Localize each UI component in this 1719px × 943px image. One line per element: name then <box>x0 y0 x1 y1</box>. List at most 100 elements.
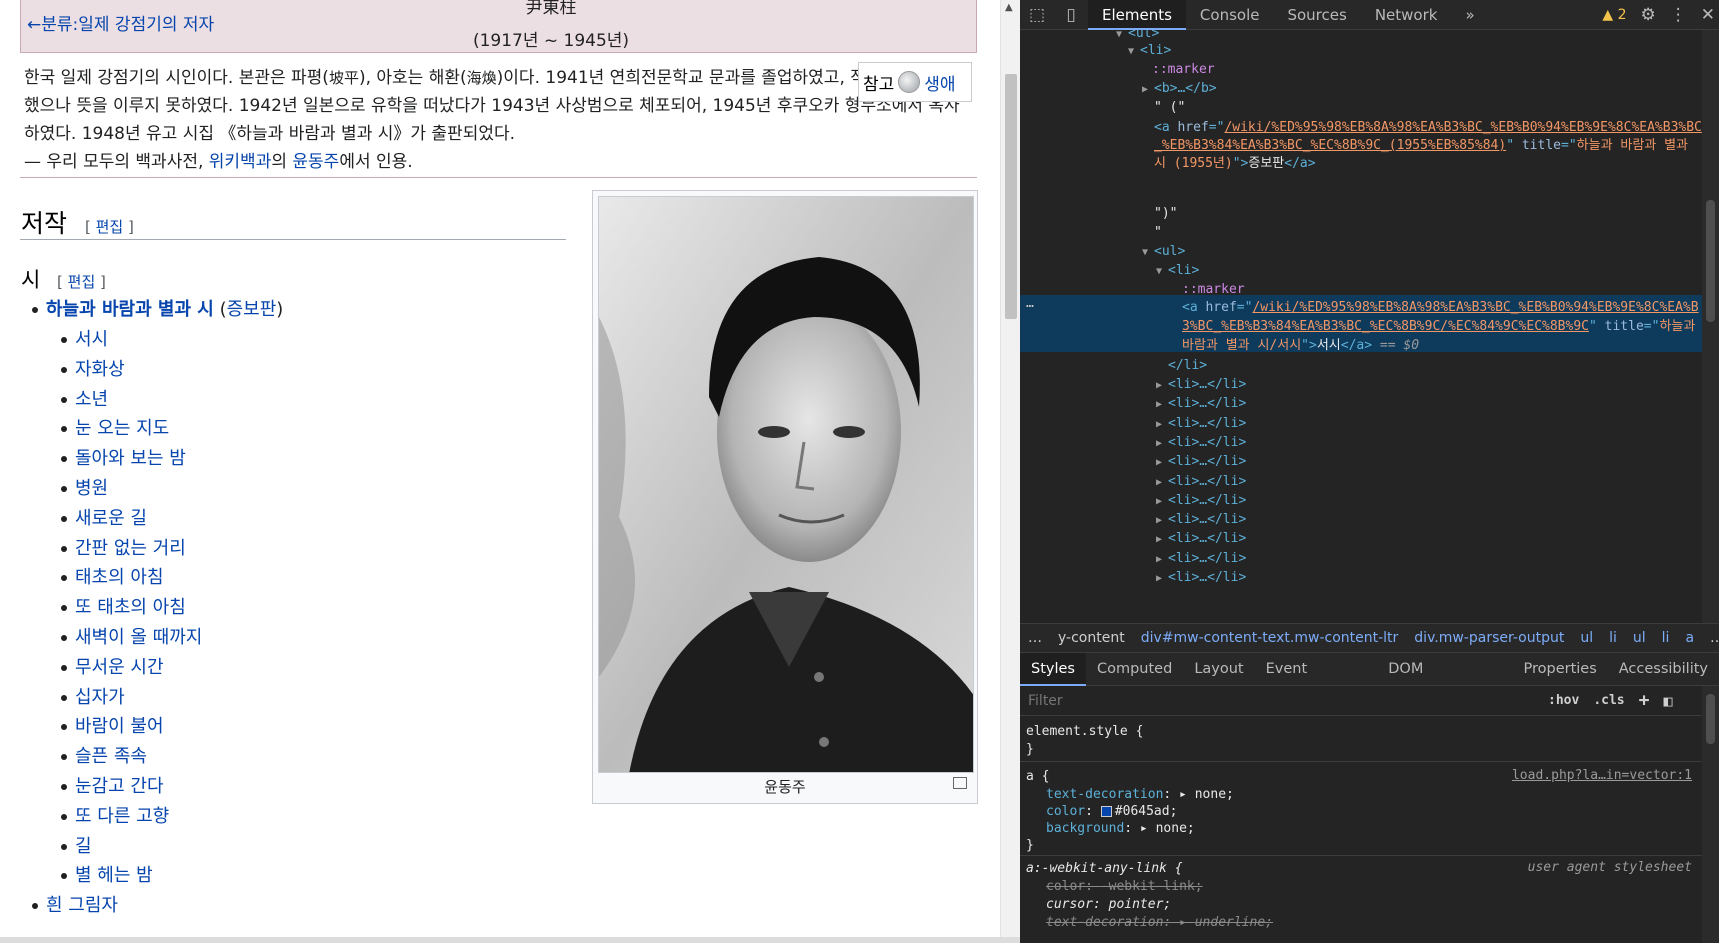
collapse-arrow-icon[interactable]: ▶ <box>1156 434 1168 453</box>
edit-link[interactable]: 편집 <box>68 273 96 291</box>
dom-line[interactable]: ▶ <li>…</li> <box>1156 510 1246 529</box>
dom-line[interactable]: ::marker <box>1152 60 1215 79</box>
tab-elements[interactable]: Elements <box>1088 0 1186 30</box>
edit-link[interactable]: 편집 <box>96 218 124 236</box>
poem-link[interactable]: 소년 <box>75 389 108 410</box>
elements-tree[interactable]: ▼ <ul> ▼ <li> ::marker ▶ <b>…</b> " (" <a h… <box>1020 30 1702 623</box>
style-prop-value[interactable]: none; <box>1195 787 1234 802</box>
breadcrumb-item[interactable]: li <box>1662 630 1670 646</box>
collapse-arrow-icon[interactable]: ▶ <box>1156 376 1168 395</box>
dom-line[interactable]: ▶ <li>…</li> <box>1156 491 1246 510</box>
dom-line[interactable]: " <box>1154 223 1162 242</box>
dom-line[interactable]: ▶ <li>…</li> <box>1156 529 1246 548</box>
breadcrumb-ellipsis[interactable]: … <box>1028 630 1042 646</box>
class-toggle-button[interactable]: .cls <box>1593 693 1624 708</box>
expand-arrow-icon[interactable]: ▼ <box>1142 243 1154 262</box>
dom-line[interactable]: ▶ <li>…</li> <box>1156 394 1246 413</box>
poem-link[interactable]: 돌아와 보는 밤 <box>75 448 186 469</box>
new-rule-icon[interactable]: + <box>1639 690 1650 711</box>
dom-line[interactable]: ▼ <ul> <box>1142 242 1185 261</box>
poem-link[interactable]: 간판 없는 거리 <box>75 538 186 559</box>
poem-link[interactable]: 태초의 아침 <box>75 567 164 588</box>
dom-line[interactable]: ▼ <li> <box>1128 41 1171 60</box>
poem-link[interactable]: 서시 <box>75 329 108 350</box>
dom-line[interactable]: ▶ <li>…</li> <box>1156 414 1246 433</box>
close-icon[interactable]: ✕ <box>1701 5 1715 25</box>
enlarge-icon[interactable] <box>953 777 967 789</box>
dom-line[interactable]: <a href="/wiki/%ED%95%98%EB%8A%98%EA%B3%… <box>1154 119 1702 171</box>
dom-line[interactable]: ▶ <b>…</b> <box>1142 79 1217 98</box>
breadcrumb-ellipsis[interactable]: … <box>1710 630 1719 646</box>
poem-link[interactable]: 또 다른 고향 <box>75 806 169 827</box>
dom-line[interactable]: ")" <box>1154 204 1177 223</box>
breadcrumb-item[interactable]: y-content <box>1058 630 1125 646</box>
poem-link[interactable]: 슬픈 족속 <box>75 746 147 767</box>
more-tabs-icon[interactable]: » <box>1451 0 1488 30</box>
poem-link[interactable]: 또 태초의 아침 <box>75 597 186 618</box>
style-prop-value[interactable]: none; <box>1156 821 1195 836</box>
collection-link[interactable]: 하늘과 바람과 별과 시 <box>46 299 214 320</box>
elements-scrollbar[interactable] <box>1702 30 1719 623</box>
dom-line[interactable]: ▼ <li> <box>1156 261 1199 280</box>
next-work-link[interactable]: 흰 그림자 <box>46 895 118 916</box>
styles-scrollbar[interactable] <box>1702 686 1719 943</box>
poem-link[interactable]: 무서운 시간 <box>75 657 164 678</box>
collapse-arrow-icon[interactable]: ▶ <box>1156 395 1168 414</box>
collapse-arrow-icon[interactable]: ▶ <box>1156 415 1168 434</box>
style-prop-name[interactable]: background <box>1046 821 1124 836</box>
poem-link[interactable]: 새벽이 올 때까지 <box>75 627 202 648</box>
edition-link[interactable]: 증보판 <box>227 299 277 320</box>
collapse-arrow-icon[interactable]: ▶ <box>1156 530 1168 549</box>
reference-link[interactable]: 생애 <box>924 70 955 95</box>
style-selector[interactable]: a:-webkit-any-link { <box>1026 861 1183 876</box>
settings-gear-icon[interactable]: ⚙ <box>1641 5 1656 25</box>
page-scrollbar[interactable]: ▲ <box>1000 0 1020 943</box>
style-prop-name[interactable]: color <box>1046 804 1085 819</box>
styles-scrollbar-thumb[interactable] <box>1706 694 1715 744</box>
dom-line[interactable]: ::marker <box>1182 280 1245 299</box>
collapse-arrow-icon[interactable]: ▶ <box>1156 511 1168 530</box>
breadcrumb-item[interactable]: li <box>1609 630 1617 646</box>
portrait-photo[interactable] <box>598 196 974 773</box>
kebab-menu-icon[interactable]: ⋮ <box>1670 5 1687 25</box>
toggle-sidebar-icon[interactable]: ◧ <box>1663 692 1672 710</box>
collapse-arrow-icon[interactable]: ▶ <box>1156 453 1168 472</box>
back-category-link[interactable]: ←분류:일제 강점기의 저자 <box>27 10 214 35</box>
subtab-dom-breakpoints[interactable]: DOM Breakpoints <box>1377 653 1512 710</box>
expand-arrow-icon[interactable]: ▼ <box>1128 42 1140 61</box>
device-toolbar-icon[interactable]: ▯ <box>1054 5 1088 25</box>
breadcrumb-item[interactable]: div#mw-content-text.mw-content-ltr <box>1141 630 1399 646</box>
poem-link[interactable]: 눈 오는 지도 <box>75 418 169 439</box>
dom-line[interactable]: ▶ <li>…</li> <box>1156 375 1246 394</box>
subtab-styles[interactable]: Styles <box>1020 652 1086 686</box>
tab-sources[interactable]: Sources <box>1273 0 1360 30</box>
subtab-layout[interactable]: Layout <box>1183 653 1254 686</box>
breadcrumb-item[interactable]: ul <box>1580 630 1593 646</box>
breadcrumb-item[interactable]: ul <box>1633 630 1646 646</box>
subtab-accessibility[interactable]: Accessibility <box>1608 653 1719 686</box>
elements-scrollbar-thumb[interactable] <box>1706 200 1715 322</box>
dom-line[interactable]: ▶ <li>…</li> <box>1156 549 1246 568</box>
poem-link[interactable]: 눈감고 간다 <box>75 776 164 797</box>
dom-line[interactable]: ▶ <li>…</li> <box>1156 433 1246 452</box>
color-swatch[interactable] <box>1100 806 1112 817</box>
poem-link[interactable]: 새로운 길 <box>75 508 147 529</box>
selected-dom-line[interactable]: <a href="/wiki/%ED%95%98%EB%8A%98%EA%B3%… <box>1182 298 1702 355</box>
collapse-arrow-icon[interactable]: ▶ <box>1142 80 1154 99</box>
subtab-event-listeners[interactable]: Event Listeners <box>1255 653 1378 710</box>
page-scrollbar-thumb[interactable] <box>1005 74 1017 319</box>
inspect-element-icon[interactable]: ⬚ <box>1020 5 1054 25</box>
breadcrumb-item[interactable]: div.mw-parser-output <box>1414 630 1564 646</box>
expand-arrow-icon[interactable]: ▼ <box>1116 30 1128 44</box>
style-selector[interactable]: a { <box>1026 769 1049 784</box>
styles-filter-input[interactable] <box>1024 688 1534 713</box>
wikipedia-article-link[interactable]: 윤동주 <box>292 152 339 172</box>
style-source-link[interactable]: load.php?la…in=vector:1 <box>1512 768 1692 783</box>
expand-arrow-icon[interactable]: ▼ <box>1156 262 1168 281</box>
poem-link[interactable]: 병원 <box>75 478 108 499</box>
poem-link[interactable]: 별 헤는 밤 <box>75 865 153 886</box>
subtab-computed[interactable]: Computed <box>1086 653 1183 686</box>
tab-console[interactable]: Console <box>1186 0 1274 30</box>
tab-network[interactable]: Network <box>1361 0 1452 30</box>
hover-state-button[interactable]: :hov <box>1548 693 1579 708</box>
